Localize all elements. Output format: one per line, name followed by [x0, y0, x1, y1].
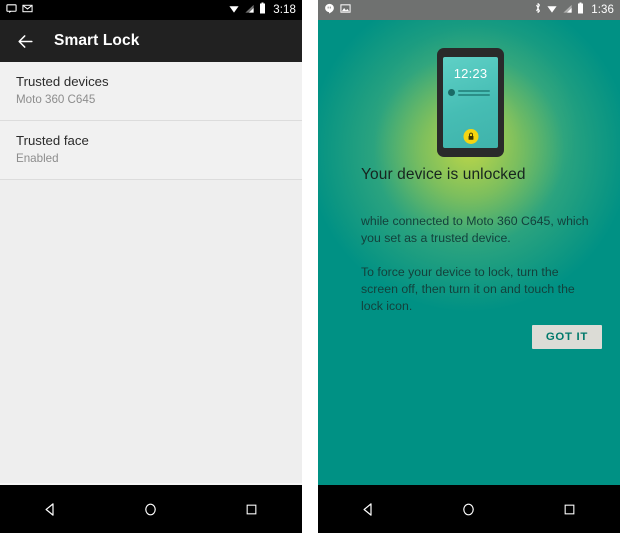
- right-navigation-bar: [318, 485, 620, 533]
- unlock-heading: Your device is unlocked: [361, 166, 526, 183]
- device-illustration-notification: [448, 89, 498, 96]
- home-circle-icon[interactable]: [446, 492, 492, 526]
- home-circle-icon[interactable]: [128, 492, 174, 526]
- left-status-notification-icons: [6, 1, 228, 19]
- right-status-clock: 1:36: [591, 4, 614, 16]
- message-icon: [6, 1, 17, 19]
- right-phone-screen: 1:36 12:23 Your device is unlocked while…: [318, 0, 620, 533]
- padlock-icon: [463, 129, 478, 144]
- page-title: Smart Lock: [54, 32, 140, 49]
- got-it-button[interactable]: GOT IT: [531, 325, 602, 349]
- back-triangle-icon[interactable]: [345, 492, 391, 526]
- smart-lock-app-bar: Smart Lock: [0, 20, 302, 62]
- device-illustration: 12:23: [437, 48, 504, 157]
- list-item-subtitle: Moto 360 C645: [16, 93, 96, 106]
- list-item-subtitle: Enabled: [16, 152, 59, 165]
- left-status-clock: 3:18: [273, 4, 296, 16]
- left-status-bar: 3:18: [0, 0, 302, 20]
- bluetooth-icon: [534, 1, 542, 19]
- wifi-icon: [228, 1, 240, 19]
- signal-icon: [244, 1, 255, 19]
- hangouts-icon: [324, 1, 335, 19]
- list-empty-area: [0, 180, 302, 480]
- unlock-paragraph-1: while connected to Moto 360 C645, which …: [361, 214, 589, 245]
- left-status-system-icons: 3:18: [228, 1, 296, 19]
- signal-icon: [562, 1, 573, 19]
- list-item-title: Trusted devices: [16, 74, 109, 89]
- unlock-info-screen: 12:23 Your device is unlocked while conn…: [318, 20, 620, 485]
- notification-lines: [458, 89, 490, 96]
- device-illustration-clock: 12:23: [453, 66, 488, 81]
- list-item-title: Trusted face: [16, 133, 89, 148]
- list-item-trusted-devices[interactable]: Trusted devices Moto 360 C645: [0, 62, 302, 121]
- photos-icon: [340, 1, 351, 19]
- notification-dot-icon: [448, 89, 455, 96]
- battery-icon: [577, 1, 584, 19]
- recents-square-icon[interactable]: [547, 492, 593, 526]
- right-status-bar: 1:36: [318, 0, 620, 20]
- left-phone-screen: 3:18 Smart Lock Trusted devices Moto 360…: [0, 0, 302, 533]
- battery-icon: [259, 1, 266, 19]
- recents-square-icon[interactable]: [229, 492, 275, 526]
- got-it-row: GOT IT: [318, 325, 620, 349]
- right-status-system-icons: 1:36: [534, 1, 614, 19]
- dual-screenshot-container: 3:18 Smart Lock Trusted devices Moto 360…: [0, 0, 620, 533]
- unlock-paragraph-2: To force your device to lock, turn the s…: [361, 265, 575, 313]
- gmail-icon: [22, 1, 33, 19]
- back-triangle-icon[interactable]: [27, 492, 73, 526]
- device-illustration-screen: 12:23: [443, 57, 498, 148]
- screenshot-divider: [302, 0, 318, 533]
- settings-list: Trusted devices Moto 360 C645 Trusted fa…: [0, 62, 302, 480]
- back-arrow-icon[interactable]: [14, 30, 36, 52]
- wifi-icon: [546, 1, 558, 19]
- left-navigation-bar: [0, 485, 302, 533]
- list-item-trusted-face[interactable]: Trusted face Enabled: [0, 121, 302, 180]
- right-status-notification-icons: [324, 1, 534, 19]
